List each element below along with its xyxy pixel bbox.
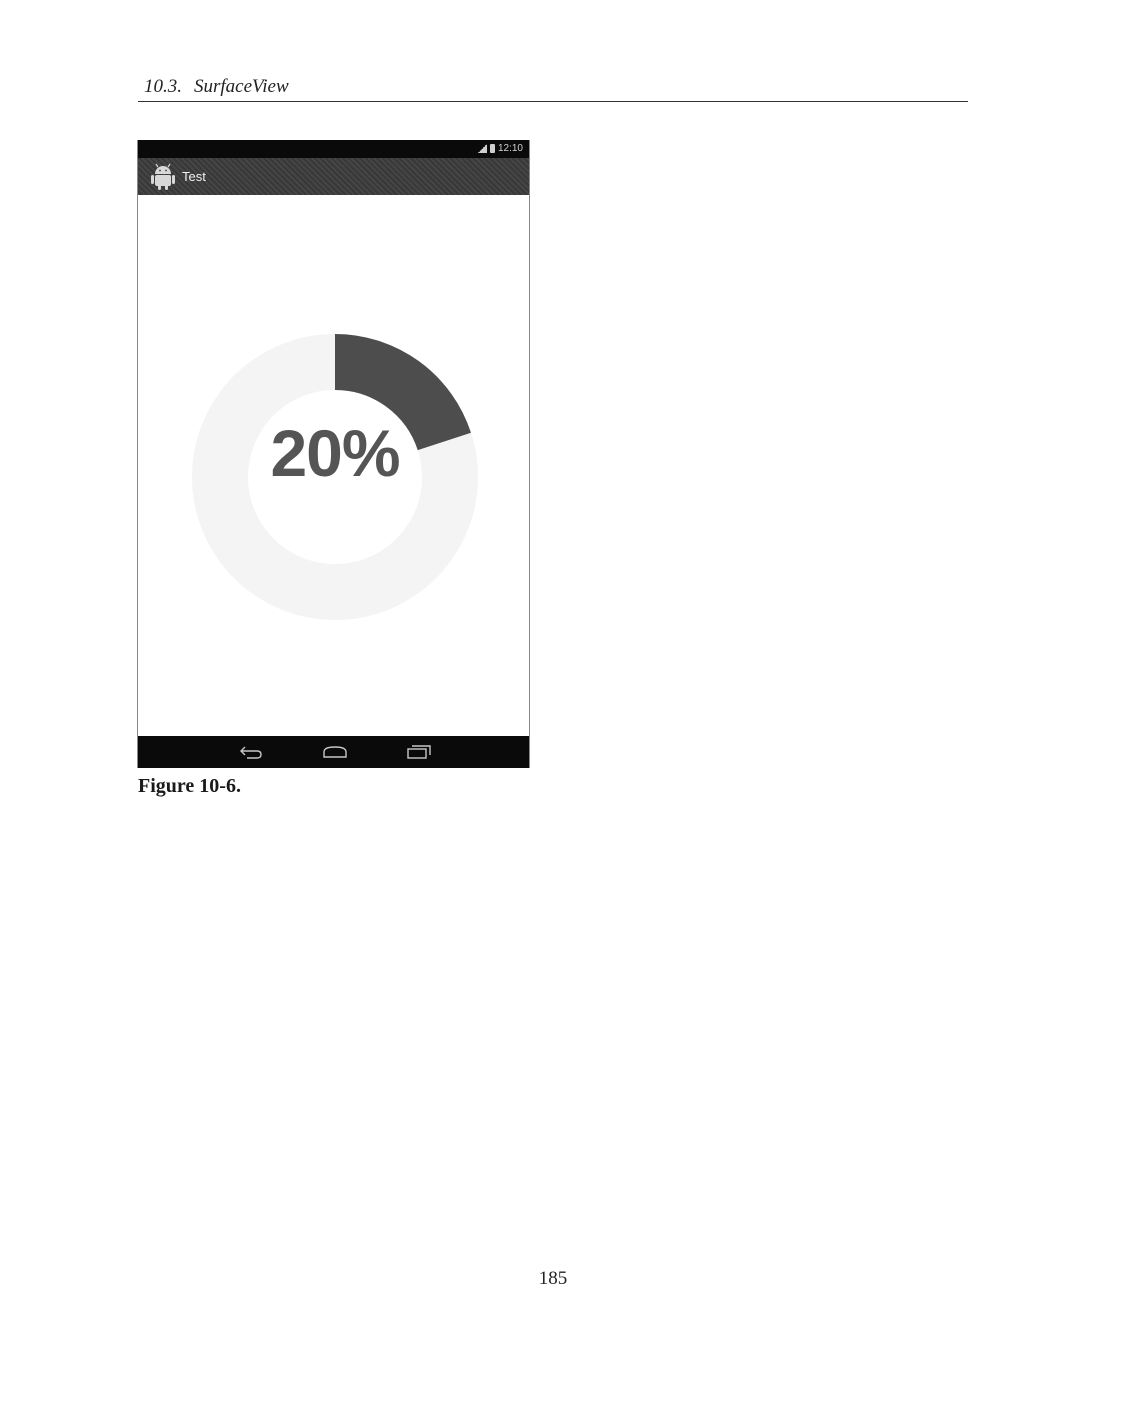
status-time: 12:10 bbox=[497, 143, 523, 154]
android-robot-icon[interactable] bbox=[148, 161, 178, 191]
phone-screenshot: 12:10 Test 20% bbox=[137, 140, 530, 768]
battery-icon bbox=[489, 144, 495, 153]
running-head: 10.3. SurfaceView bbox=[144, 76, 289, 98]
navigation-bar bbox=[138, 736, 529, 768]
section-number: 10.3. bbox=[144, 76, 182, 97]
header-rule bbox=[138, 101, 968, 102]
recent-apps-icon[interactable] bbox=[406, 744, 432, 760]
app-title: Test bbox=[182, 169, 206, 184]
home-icon[interactable] bbox=[322, 744, 348, 760]
action-bar: Test bbox=[138, 158, 529, 195]
figure-caption: Figure 10-6. bbox=[138, 775, 241, 797]
signal-icon bbox=[477, 144, 487, 153]
back-icon[interactable] bbox=[238, 744, 264, 760]
status-bar: 12:10 bbox=[138, 140, 529, 158]
section-title: SurfaceView bbox=[194, 76, 289, 97]
page-number: 185 bbox=[538, 1268, 568, 1289]
progress-percent-label: 20% bbox=[270, 416, 400, 490]
